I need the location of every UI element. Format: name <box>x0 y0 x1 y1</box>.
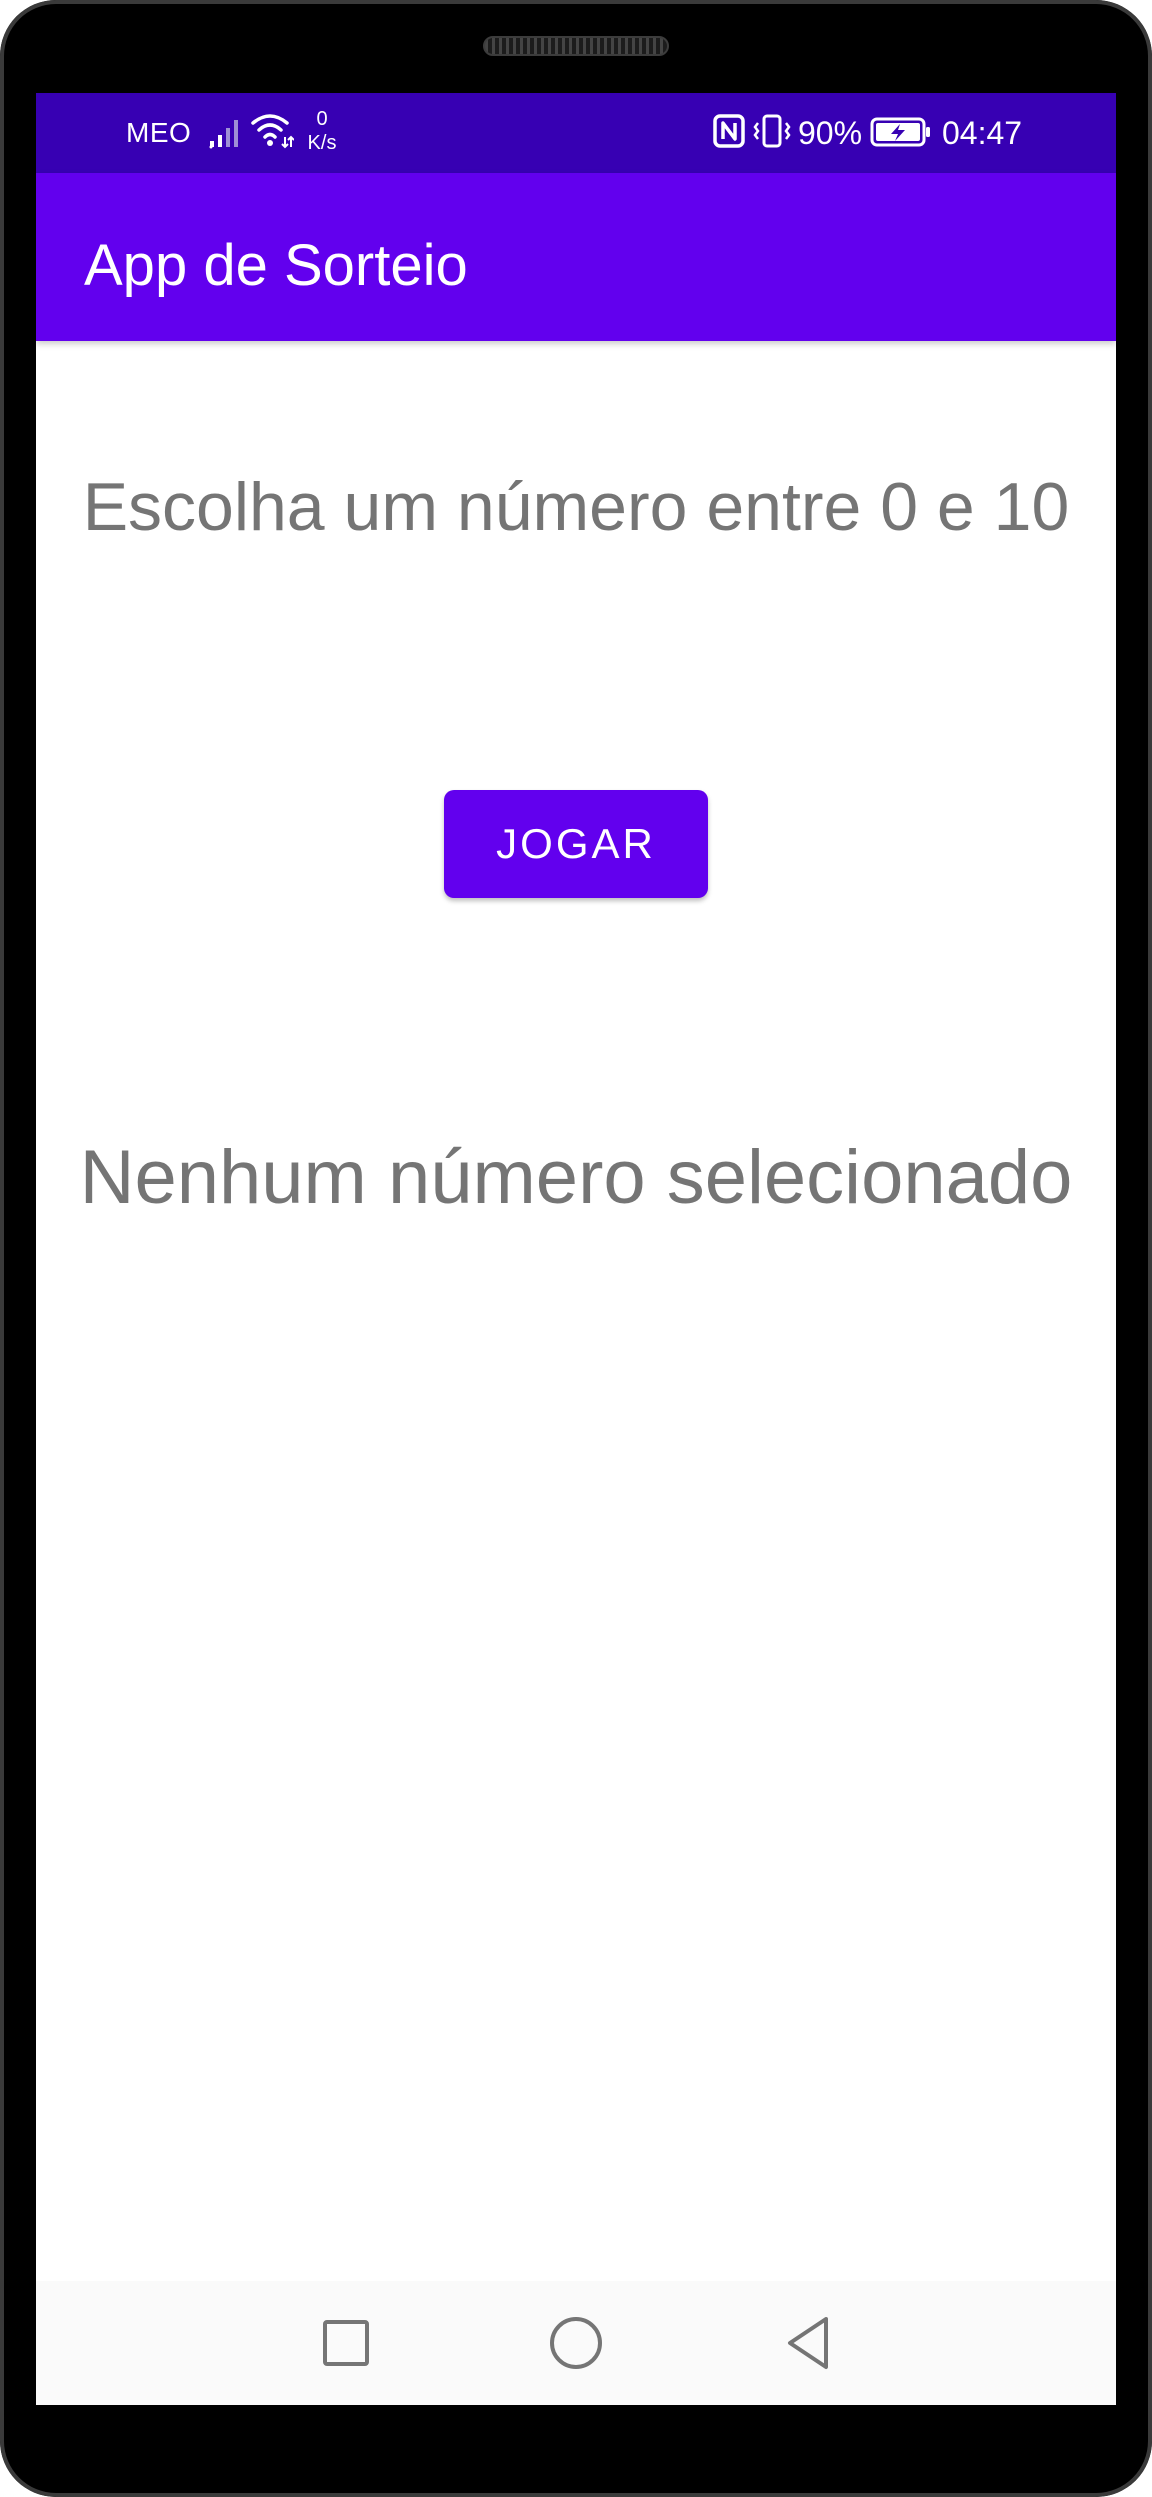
earpiece-speaker <box>483 36 669 56</box>
result-text: Nenhum número selecionado <box>79 1135 1073 1220</box>
signal-icon <box>209 120 238 149</box>
vibrate-icon <box>753 114 791 148</box>
back-icon <box>788 2317 828 2369</box>
network-speed-value: 0 <box>316 108 328 130</box>
status-time: 04:47 <box>942 115 1023 151</box>
recents-button[interactable] <box>308 2305 384 2381</box>
phone-frame: MEO 0 K/s 90% 04:47 App de Sorteio Escol… <box>0 0 1152 2497</box>
nfc-icon <box>713 114 745 148</box>
wifi-icon <box>251 114 294 149</box>
battery-percentage: 90% <box>798 115 863 151</box>
back-button[interactable] <box>770 2305 846 2381</box>
network-speed-unit: K/s <box>307 132 337 154</box>
carrier-label: MEO <box>126 117 192 148</box>
app-bar: App de Sorteio <box>36 173 1116 341</box>
home-button[interactable] <box>538 2305 614 2381</box>
screen: MEO 0 K/s 90% 04:47 App de Sorteio Escol… <box>36 93 1116 2405</box>
prompt-text: Escolha um número entre 0 e 10 <box>82 469 1070 545</box>
status-bar: MEO 0 K/s 90% 04:47 <box>36 93 1116 173</box>
navigation-bar <box>36 2281 1116 2405</box>
home-icon <box>550 2317 602 2369</box>
battery-charging-icon <box>870 117 930 147</box>
app-title: App de Sorteio <box>84 233 468 298</box>
network-speed: 0 K/s <box>302 107 342 155</box>
recents-icon <box>323 2320 369 2366</box>
play-button[interactable]: JOGAR <box>444 790 708 898</box>
